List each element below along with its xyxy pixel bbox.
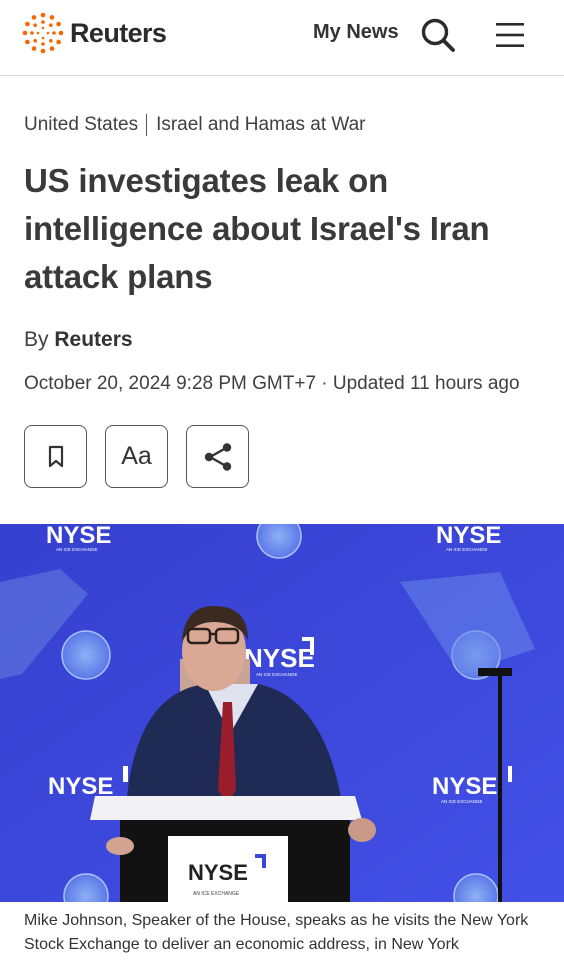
brand-name: Reuters bbox=[70, 17, 167, 48]
breadcrumb-section-link[interactable]: United States bbox=[24, 114, 138, 136]
share-button[interactable] bbox=[186, 425, 249, 488]
reuters-logo[interactable]: Reuters bbox=[22, 12, 167, 54]
breadcrumb-topic-link[interactable]: Israel and Hamas at War bbox=[156, 114, 365, 136]
backdrop-sub-text: AN ICE EXCHANGE bbox=[56, 547, 98, 552]
podium-logo-text: NYSE bbox=[188, 860, 248, 885]
article-photo[interactable]: NYSE NYSE NYSE NYSE NYSE AN ICE EXCHANGE… bbox=[0, 524, 564, 902]
backdrop-logo-text: NYSE bbox=[244, 643, 315, 673]
site-header: Reuters My News bbox=[0, 0, 564, 76]
search-button[interactable] bbox=[418, 15, 458, 55]
podium-sub-text: AN ICE EXCHANGE bbox=[193, 891, 240, 897]
reuters-logo-icon bbox=[22, 12, 64, 54]
backdrop-logo-text: NYSE bbox=[432, 773, 497, 800]
backdrop-logo-text: NYSE bbox=[436, 524, 501, 549]
byline-prefix: By bbox=[24, 328, 49, 351]
bookmark-icon bbox=[48, 445, 63, 467]
share-icon bbox=[204, 442, 231, 471]
article-headline: US investigates leak on intelligence abo… bbox=[24, 162, 490, 295]
photo-illustration: NYSE NYSE NYSE NYSE NYSE AN ICE EXCHANGE… bbox=[0, 524, 564, 902]
backdrop-logo-text: NYSE bbox=[48, 773, 113, 800]
search-icon bbox=[421, 18, 455, 52]
backdrop-sub-text: AN ICE EXCHANGE bbox=[446, 547, 488, 552]
article-dateline: October 20, 2024 9:28 PM GMT+7 · Updated… bbox=[24, 373, 520, 394]
my-news-link[interactable]: My News bbox=[313, 21, 399, 44]
backdrop-sub-text: AN ICE EXCHANGE bbox=[256, 672, 298, 677]
bookmark-button[interactable] bbox=[24, 425, 87, 488]
backdrop-sub-text: AN ICE EXCHANGE bbox=[441, 799, 483, 804]
breadcrumb-divider bbox=[146, 114, 148, 136]
backdrop-logo-text: NYSE bbox=[46, 524, 111, 549]
text-size-label: Aa bbox=[121, 442, 152, 470]
hamburger-menu-icon bbox=[496, 23, 524, 47]
byline-author-link[interactable]: Reuters bbox=[54, 328, 132, 351]
text-size-button[interactable]: Aa bbox=[105, 425, 168, 488]
photo-caption: Mike Johnson, Speaker of the House, spea… bbox=[24, 912, 529, 953]
byline: By Reuters bbox=[24, 328, 133, 352]
breadcrumb: United States Israel and Hamas at War bbox=[24, 114, 366, 136]
menu-button[interactable] bbox=[494, 19, 526, 51]
